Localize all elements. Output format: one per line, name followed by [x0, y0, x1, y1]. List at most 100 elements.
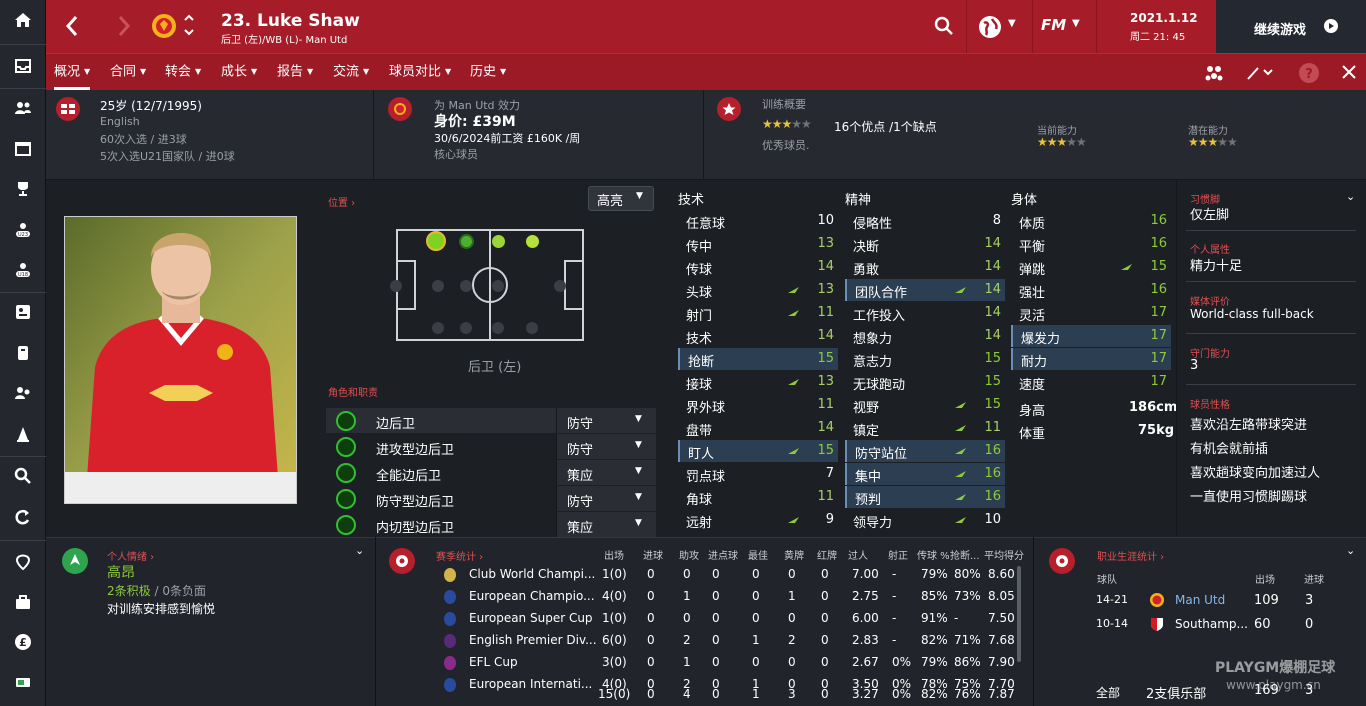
tab-contract[interactable]: 合同 ▼	[110, 54, 146, 90]
squad-view-icon[interactable]	[1204, 63, 1224, 83]
career-row[interactable]: 14-21 Man Utd 109 3	[1092, 589, 1350, 611]
duty-select[interactable]: 防守 ▼	[556, 434, 656, 459]
duty-select[interactable]: 策应 ▼	[556, 512, 656, 537]
attribute-row[interactable]: 预判 16	[845, 486, 1005, 508]
role-row[interactable]: 边后卫 防守 ▼	[326, 408, 656, 433]
tab-interaction[interactable]: 交流 ▼	[333, 54, 369, 90]
fm-logo[interactable]: FM	[1041, 16, 1066, 34]
attribute-row[interactable]: 工作投入 14	[845, 302, 1005, 324]
tab-transfer[interactable]: 转会 ▼	[165, 54, 201, 90]
schedule-icon[interactable]	[9, 339, 37, 367]
attribute-row[interactable]: 弹跳 15	[1011, 256, 1171, 278]
globe-icon[interactable]	[978, 15, 1002, 39]
attribute-row[interactable]: 平衡 16	[1011, 233, 1171, 255]
chevron-down-icon[interactable]: ⌄	[1346, 190, 1355, 203]
role-row[interactable]: 内切型边后卫 策应 ▼	[326, 512, 656, 537]
duty-select[interactable]: 防守 ▼	[556, 486, 656, 511]
attribute-row[interactable]: 镇定 11	[845, 417, 1005, 439]
help-icon[interactable]: ?	[1299, 63, 1319, 83]
u23-squad-icon[interactable]: U23	[9, 216, 37, 244]
player-switch-icon[interactable]	[183, 12, 195, 38]
attribute-row[interactable]: 勇敢 14	[845, 256, 1005, 278]
chevron-down-icon[interactable]: ⌄	[1346, 544, 1355, 557]
chevron-down-icon[interactable]: ▼	[1072, 18, 1080, 29]
attribute-row[interactable]: 传中 13	[678, 233, 838, 255]
finances-icon[interactable]: £	[9, 628, 37, 656]
attribute-row[interactable]: 界外球 11	[678, 394, 838, 416]
duty-select[interactable]: 策应 ▼	[556, 460, 656, 485]
attribute-row[interactable]: 防守站位 16	[845, 440, 1005, 462]
attribute-row[interactable]: 团队合作 14	[845, 279, 1005, 301]
morale-link[interactable]: 个人情绪 ›	[107, 548, 154, 563]
career-team[interactable]: Man Utd	[1175, 593, 1225, 607]
forward-arrow-icon[interactable]	[116, 14, 132, 38]
career-row[interactable]: 10-14 Southamp... 60 0	[1092, 613, 1350, 635]
attribute-row[interactable]: 爆发力 17	[1011, 325, 1171, 347]
attribute-row[interactable]: 盯人 15	[678, 440, 838, 462]
attribute-row[interactable]: 盘带 14	[678, 417, 838, 439]
chevron-down-icon[interactable]: ⌄	[355, 544, 364, 557]
close-icon[interactable]	[1342, 65, 1356, 79]
chevron-down-icon[interactable]: ▼	[1008, 18, 1016, 29]
back-arrow-icon[interactable]	[64, 14, 80, 38]
training-icon[interactable]	[9, 420, 37, 448]
tab-history[interactable]: 历史 ▼	[470, 54, 506, 90]
tab-compare[interactable]: 球员对比 ▼	[389, 54, 451, 90]
tab-development[interactable]: 成长 ▼	[221, 54, 257, 90]
career-stats-link[interactable]: 职业生涯统计 ›	[1097, 548, 1164, 563]
inbox-icon[interactable]	[9, 52, 37, 80]
season-column-header[interactable]: 过人	[848, 547, 868, 562]
search-icon[interactable]	[9, 462, 37, 490]
attribute-row[interactable]: 抢断 15	[678, 348, 838, 370]
season-column-header[interactable]: 传球 %	[917, 547, 950, 562]
attribute-row[interactable]: 体质 16	[1011, 210, 1171, 232]
highlight-select[interactable]: 高亮 ▼	[588, 186, 654, 211]
attribute-row[interactable]: 强壮 16	[1011, 279, 1171, 301]
scrollbar[interactable]	[1017, 566, 1021, 662]
season-column-header[interactable]: 出场	[604, 547, 624, 562]
role-row[interactable]: 进攻型边后卫 防守 ▼	[326, 434, 656, 459]
attribute-row[interactable]: 意志力 15	[845, 348, 1005, 370]
briefcase-icon[interactable]	[9, 588, 37, 616]
edit-pen-icon[interactable]	[1246, 65, 1274, 81]
staff-icon[interactable]	[9, 379, 37, 407]
season-stats-link[interactable]: 赛季统计 ›	[436, 548, 483, 563]
attribute-row[interactable]: 射门 11	[678, 302, 838, 324]
transfers-icon[interactable]	[9, 503, 37, 531]
tactics-icon[interactable]	[9, 135, 37, 163]
season-row[interactable]: EFL Cup 3(0) 0 1 0 0 0 0 2.67 0% 79% 86% 7.90	[436, 652, 1018, 674]
u18-squad-icon[interactable]: U18	[9, 256, 37, 284]
season-row[interactable]: European Super Cup 1(0) 0 0 0 0 0 0 6.00-91% -7.5…	[436, 608, 1018, 630]
attribute-row[interactable]: 无球跑动 15	[845, 371, 1005, 393]
attribute-row[interactable]: 领导力 10	[845, 509, 1005, 531]
dynamics-icon[interactable]	[9, 298, 37, 326]
season-row[interactable]: English Premier Div... 6(0) 0 2 0 1 2 0 2.83- 82%…	[436, 630, 1018, 652]
season-column-header[interactable]: 红牌	[817, 547, 837, 562]
role-row[interactable]: 防守型边后卫 防守 ▼	[326, 486, 656, 511]
attribute-row[interactable]: 罚点球 7	[678, 463, 838, 485]
season-column-header[interactable]: 助攻	[679, 547, 699, 562]
search-icon[interactable]	[934, 16, 954, 36]
attribute-row[interactable]: 传球 14	[678, 256, 838, 278]
attribute-row[interactable]: 远射 9	[678, 509, 838, 531]
squad-icon[interactable]	[9, 94, 37, 122]
continue-button[interactable]: 继续游戏	[1216, 0, 1366, 53]
attribute-row[interactable]: 灵活 17	[1011, 302, 1171, 324]
attribute-row[interactable]: 侵略性 8	[845, 210, 1005, 232]
attribute-row[interactable]: 技术 14	[678, 325, 838, 347]
attribute-row[interactable]: 视野 15	[845, 394, 1005, 416]
position-link[interactable]: 位置 ›	[328, 194, 355, 209]
club-vision-icon[interactable]	[9, 548, 37, 576]
attribute-row[interactable]: 接球 13	[678, 371, 838, 393]
tab-reports[interactable]: 报告 ▼	[277, 54, 313, 90]
season-column-header[interactable]: 平均得分	[984, 547, 1024, 562]
attribute-row[interactable]: 决断 14	[845, 233, 1005, 255]
season-column-header[interactable]: 黄牌	[784, 547, 804, 562]
home-icon[interactable]	[9, 6, 37, 34]
tab-overview[interactable]: 概况 ▼	[54, 54, 91, 90]
attribute-row[interactable]: 头球 13	[678, 279, 838, 301]
season-column-header[interactable]: 最佳	[748, 547, 768, 562]
season-column-header[interactable]: 抢断...	[950, 547, 980, 562]
attribute-row[interactable]: 耐力 17	[1011, 348, 1171, 370]
trophy-icon[interactable]	[9, 175, 37, 203]
